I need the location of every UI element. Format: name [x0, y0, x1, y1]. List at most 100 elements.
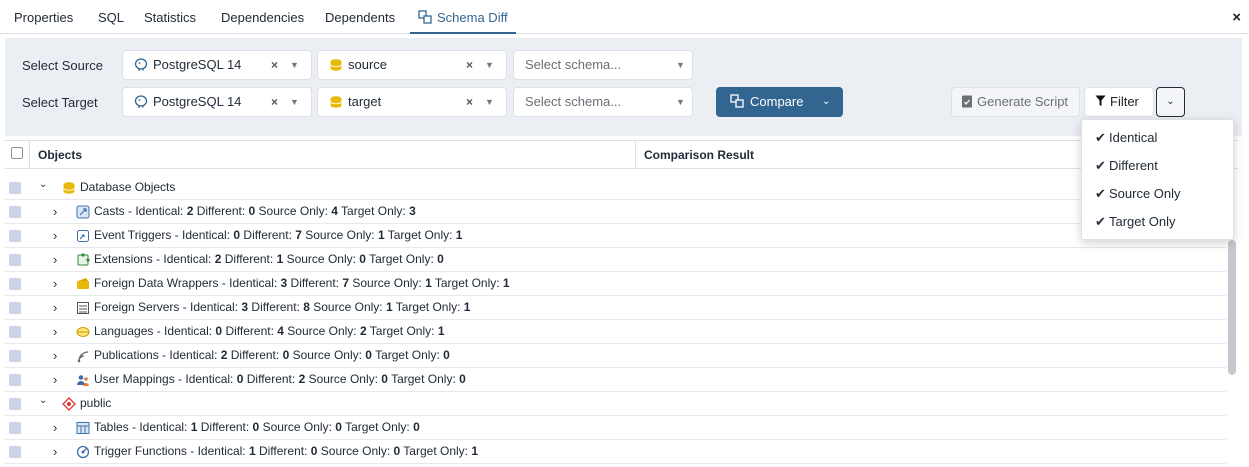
clear-icon[interactable]: × [466, 51, 473, 79]
stat-label: Target Only: [387, 372, 460, 386]
filter-option-source-only[interactable]: ✔ Source Only [1082, 180, 1233, 208]
chevron-right-icon[interactable]: › [53, 344, 57, 367]
row-checkbox[interactable] [9, 398, 21, 410]
selector-panel: Select Source PostgreSQL 14 × ▼ source ×… [5, 38, 1242, 136]
target-server-select[interactable]: PostgreSQL 14 × ▼ [122, 87, 312, 117]
filter-option-different[interactable]: ✔ Different [1082, 152, 1233, 180]
select-all-checkbox[interactable] [11, 147, 23, 159]
tree-row-publications[interactable]: › Publications - Identical: 2 Different: … [5, 344, 1226, 368]
row-checkbox[interactable] [9, 182, 21, 194]
chevron-down-icon[interactable]: ⌄ [39, 173, 47, 196]
filter-button[interactable]: Filter [1084, 87, 1154, 117]
chevron-right-icon[interactable]: › [53, 440, 57, 463]
tree-row-foreign-servers[interactable]: › Foreign Servers - Identical: 3 Differen… [5, 296, 1226, 320]
tab-bar: Properties SQL Statistics Dependencies D… [0, 0, 1249, 34]
target-server-value: PostgreSQL 14 [153, 94, 242, 109]
stat-value: 0 [381, 372, 388, 386]
row-checkbox[interactable] [9, 278, 21, 290]
database-icon [329, 54, 343, 82]
clear-icon[interactable]: × [271, 51, 278, 79]
source-schema-select[interactable]: Select schema... ▼ [513, 50, 693, 80]
stat-value: 1 [502, 276, 510, 290]
clear-icon[interactable]: × [271, 88, 278, 116]
vertical-scrollbar[interactable] [1228, 240, 1236, 375]
source-server-select[interactable]: PostgreSQL 14 × ▼ [122, 50, 312, 80]
tree-row-tables[interactable]: › Tables - Identical: 1 Different: 0 Sour… [5, 416, 1226, 440]
stat-value: 0 [459, 372, 466, 386]
stat-label: Source Only: [289, 348, 366, 362]
tab-properties[interactable]: Properties [14, 0, 73, 34]
row-checkbox[interactable] [9, 206, 21, 218]
tab-dependencies[interactable]: Dependencies [221, 0, 304, 34]
row-checkbox[interactable] [9, 254, 21, 266]
tree-row-extensions[interactable]: › Extensions - Identical: 2 Different: 1 … [5, 248, 1226, 272]
source-database-select[interactable]: source × ▼ [317, 50, 507, 80]
chevron-right-icon[interactable]: › [53, 224, 57, 247]
stat-label: Source Only: [255, 204, 332, 218]
chevron-down-icon[interactable]: ⌄ [822, 87, 830, 117]
elephant-icon [134, 91, 148, 119]
row-checkbox[interactable] [9, 230, 21, 242]
column-header-comparison-result[interactable]: Comparison Result [644, 148, 754, 162]
chevron-down-icon[interactable]: ▼ [485, 51, 494, 79]
tree-row-public[interactable]: ⌄ public [5, 392, 1226, 416]
stat-value: 0 [437, 252, 444, 266]
stat-value: 1 [425, 276, 432, 290]
filter-option-target-only[interactable]: ✔ Target Only [1082, 208, 1233, 236]
target-schema-placeholder: Select schema... [525, 94, 622, 109]
stat-label: Foreign Data Wrappers - Identical: [94, 276, 281, 290]
stat-value: 8 [303, 300, 310, 314]
chevron-right-icon[interactable]: › [53, 200, 57, 223]
tree-row-casts[interactable]: › Casts - Identical: 2 Different: 0 Sourc… [5, 200, 1226, 224]
stat-label: Source Only: [301, 228, 378, 242]
chevron-right-icon[interactable]: › [53, 248, 57, 271]
tree-row-user-mappings[interactable]: › User Mappings - Identical: 0 Different:… [5, 368, 1226, 392]
tab-statistics[interactable]: Statistics [144, 0, 196, 34]
tree-row-trigger-functions[interactable]: › Trigger Functions - Identical: 1 Differ… [5, 440, 1226, 464]
chevron-down-icon[interactable]: ▼ [485, 88, 494, 116]
chevron-right-icon[interactable]: › [53, 416, 57, 439]
tab-sql[interactable]: SQL [98, 0, 124, 34]
row-checkbox[interactable] [9, 446, 21, 458]
row-checkbox[interactable] [9, 422, 21, 434]
row-checkbox[interactable] [9, 326, 21, 338]
chevron-right-icon[interactable]: › [53, 368, 57, 391]
tree-row-database-objects[interactable]: ⌄ Database Objects [5, 176, 1226, 200]
filter-option-label: Identical [1109, 130, 1158, 145]
tree-row-event-triggers[interactable]: › Event Triggers - Identical: 0 Different… [5, 224, 1226, 248]
chevron-right-icon[interactable]: › [53, 320, 57, 343]
close-icon[interactable]: × [1232, 9, 1241, 26]
filter-dropdown-toggle[interactable]: ⌄ [1156, 87, 1185, 117]
row-checkbox[interactable] [9, 302, 21, 314]
tree-row-languages[interactable]: › Languages - Identical: 0 Different: 4 S… [5, 320, 1226, 344]
chevron-down-icon[interactable]: ⌄ [39, 389, 47, 412]
stat-label: Different: [287, 276, 343, 290]
tab-schema-diff[interactable]: Schema Diff [410, 0, 516, 34]
row-checkbox[interactable] [9, 350, 21, 362]
target-database-value: target [348, 94, 382, 109]
chevron-down-icon[interactable]: ▼ [290, 88, 299, 116]
chevron-down-icon[interactable]: ▼ [676, 88, 685, 116]
target-schema-select[interactable]: Select schema... ▼ [513, 87, 693, 117]
stat-value: 4 [277, 324, 284, 338]
stat-value: 3 [409, 204, 416, 218]
generate-script-button[interactable]: Generate Script [951, 87, 1080, 117]
row-checkbox[interactable] [9, 374, 21, 386]
chevron-down-icon[interactable]: ▼ [676, 51, 685, 79]
chevron-right-icon[interactable]: › [53, 296, 57, 319]
tree-row-foreign-data-wrappers[interactable]: › Foreign Data Wrappers - Identical: 3 Di… [5, 272, 1226, 296]
stat-value: 1 [471, 444, 479, 458]
check-icon: ✔ [1095, 214, 1106, 229]
filter-option-identical[interactable]: ✔ Identical [1082, 124, 1233, 152]
tab-dependents[interactable]: Dependents [325, 0, 395, 34]
chevron-right-icon[interactable]: › [53, 272, 57, 295]
column-header-objects[interactable]: Objects [38, 148, 82, 162]
row-label: Trigger Functions - Identical: 1 Differe… [94, 440, 478, 463]
target-database-select[interactable]: target × ▼ [317, 87, 507, 117]
check-icon: ✔ [1095, 186, 1106, 201]
chevron-down-icon[interactable]: ▼ [290, 51, 299, 79]
compare-button[interactable]: Compare ⌄ [716, 87, 843, 117]
filter-option-label: Target Only [1109, 214, 1176, 229]
clear-icon[interactable]: × [466, 88, 473, 116]
row-label: Event Triggers - Identical: 0 Different:… [94, 224, 462, 247]
